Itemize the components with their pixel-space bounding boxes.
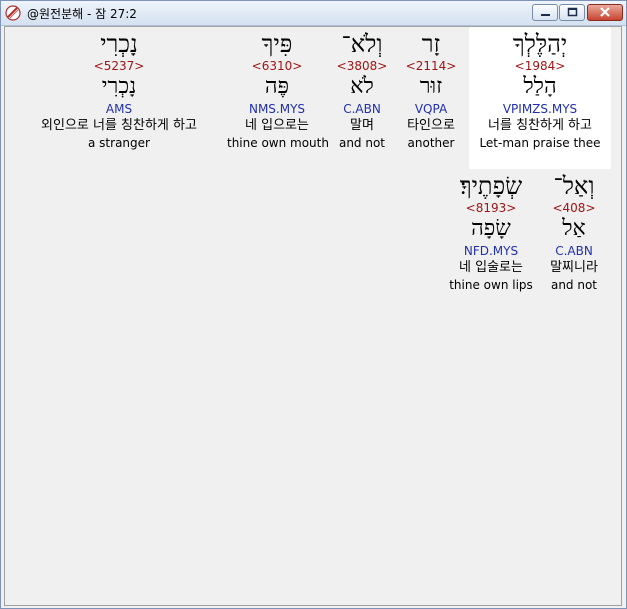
morphology-code[interactable]: NFD.MYS <box>443 243 539 259</box>
korean-gloss: 말며 <box>350 118 374 133</box>
minimize-button[interactable] <box>532 4 558 21</box>
hebrew-lemma: נָכְרִי <box>101 74 137 99</box>
hebrew-lemma: לֹא <box>350 74 374 99</box>
hebrew-word[interactable]: שְׂפָתֶיךָ׃ <box>443 171 539 201</box>
maximize-icon <box>567 7 578 17</box>
word-column[interactable]: וְלֹא־ <3808> לֹא C.ABN 말며 and not <box>335 29 389 151</box>
word-column[interactable]: וְאַל־ <408> אַל C.ABN 말찌니라 and not <box>539 171 609 293</box>
close-button[interactable] <box>587 4 623 21</box>
word-column[interactable]: שְׂפָתֶיךָ׃ <8193> שָׂפָה NFD.MYS 네 입술로는… <box>443 171 539 293</box>
hebrew-word[interactable]: וְלֹא־ <box>335 29 389 59</box>
strong-number[interactable]: <5237> <box>21 59 217 73</box>
minimize-icon <box>541 14 550 16</box>
strong-number[interactable]: <2114> <box>397 59 465 73</box>
korean-gloss: 네 입술로는 <box>459 260 523 275</box>
word-column[interactable]: פִּיךָ <6310> פֶּה NMS.MYS 네 입으로는 thine … <box>227 29 329 151</box>
close-icon <box>600 7 610 17</box>
title-bar[interactable]: @원전분해 - 잠 27:2 <box>1 1 626 26</box>
strong-number[interactable]: <408> <box>539 201 609 215</box>
hebrew-word[interactable]: יְהַלֶּלְךָ <box>469 29 611 59</box>
hebrew-word[interactable]: פִּיךָ <box>227 29 327 59</box>
morphology-code[interactable]: AMS <box>21 101 217 117</box>
verse-analysis-pane[interactable]: נָכְרִי <5237> נָכְרִי AMS 외인으로 너를 칭찬하게 … <box>4 26 622 606</box>
hebrew-word[interactable]: וְאַל־ <box>539 171 609 201</box>
english-gloss: Let-man praise thee <box>479 136 601 150</box>
strong-number[interactable]: <8193> <box>443 201 539 215</box>
morphology-code[interactable]: C.ABN <box>539 243 609 259</box>
app-window: @원전분해 - 잠 27:2 נָכְרִי <5237> נָכְרִי AM… <box>0 0 627 609</box>
morphology-code[interactable]: VPIMZS.MYS <box>469 101 611 117</box>
hebrew-lemma: אַל <box>562 216 586 241</box>
english-gloss: thine own lips <box>449 278 533 292</box>
hebrew-lemma: זוּר <box>419 74 443 99</box>
hebrew-word[interactable]: נָכְרִי <box>21 29 217 59</box>
english-gloss: a stranger <box>88 136 150 150</box>
word-column-selected[interactable]: יְהַלֶּלְךָ <1984> הָלַל VPIMZS.MYS 너를 칭… <box>469 27 611 169</box>
strong-number[interactable]: <1984> <box>469 59 611 73</box>
strong-number[interactable]: <3808> <box>335 59 389 73</box>
morphology-code[interactable]: VQPA <box>397 101 465 117</box>
english-gloss: and not <box>338 136 386 150</box>
korean-gloss: 말찌니라 <box>550 260 598 275</box>
korean-gloss: 너를 칭찬하게 하고 <box>488 118 592 133</box>
word-column[interactable]: זָר <2114> זוּר VQPA 타인으로 another <box>397 29 465 151</box>
hebrew-lemma: פֶּה <box>264 74 290 99</box>
korean-gloss: 네 입으로는 <box>245 118 309 133</box>
morphology-code[interactable]: C.ABN <box>335 101 389 117</box>
window-title: @원전분해 - 잠 27:2 <box>27 7 137 21</box>
bible-app-icon[interactable] <box>5 5 21 21</box>
morphology-code[interactable]: NMS.MYS <box>227 101 327 117</box>
hebrew-lemma: שָׂפָה <box>471 216 511 241</box>
hebrew-word[interactable]: זָר <box>397 29 465 59</box>
hebrew-lemma: הָלַל <box>523 74 557 99</box>
english-gloss: and not <box>550 278 598 292</box>
word-column[interactable]: נָכְרִי <5237> נָכְרִי AMS 외인으로 너를 칭찬하게 … <box>21 29 217 151</box>
korean-gloss: 외인으로 너를 칭찬하게 하고 <box>41 118 197 133</box>
english-gloss: another <box>407 136 455 150</box>
strong-number[interactable]: <6310> <box>227 59 327 73</box>
english-gloss: thine own mouth <box>227 136 329 150</box>
korean-gloss: 타인으로 <box>407 118 455 133</box>
maximize-button[interactable] <box>559 4 585 21</box>
